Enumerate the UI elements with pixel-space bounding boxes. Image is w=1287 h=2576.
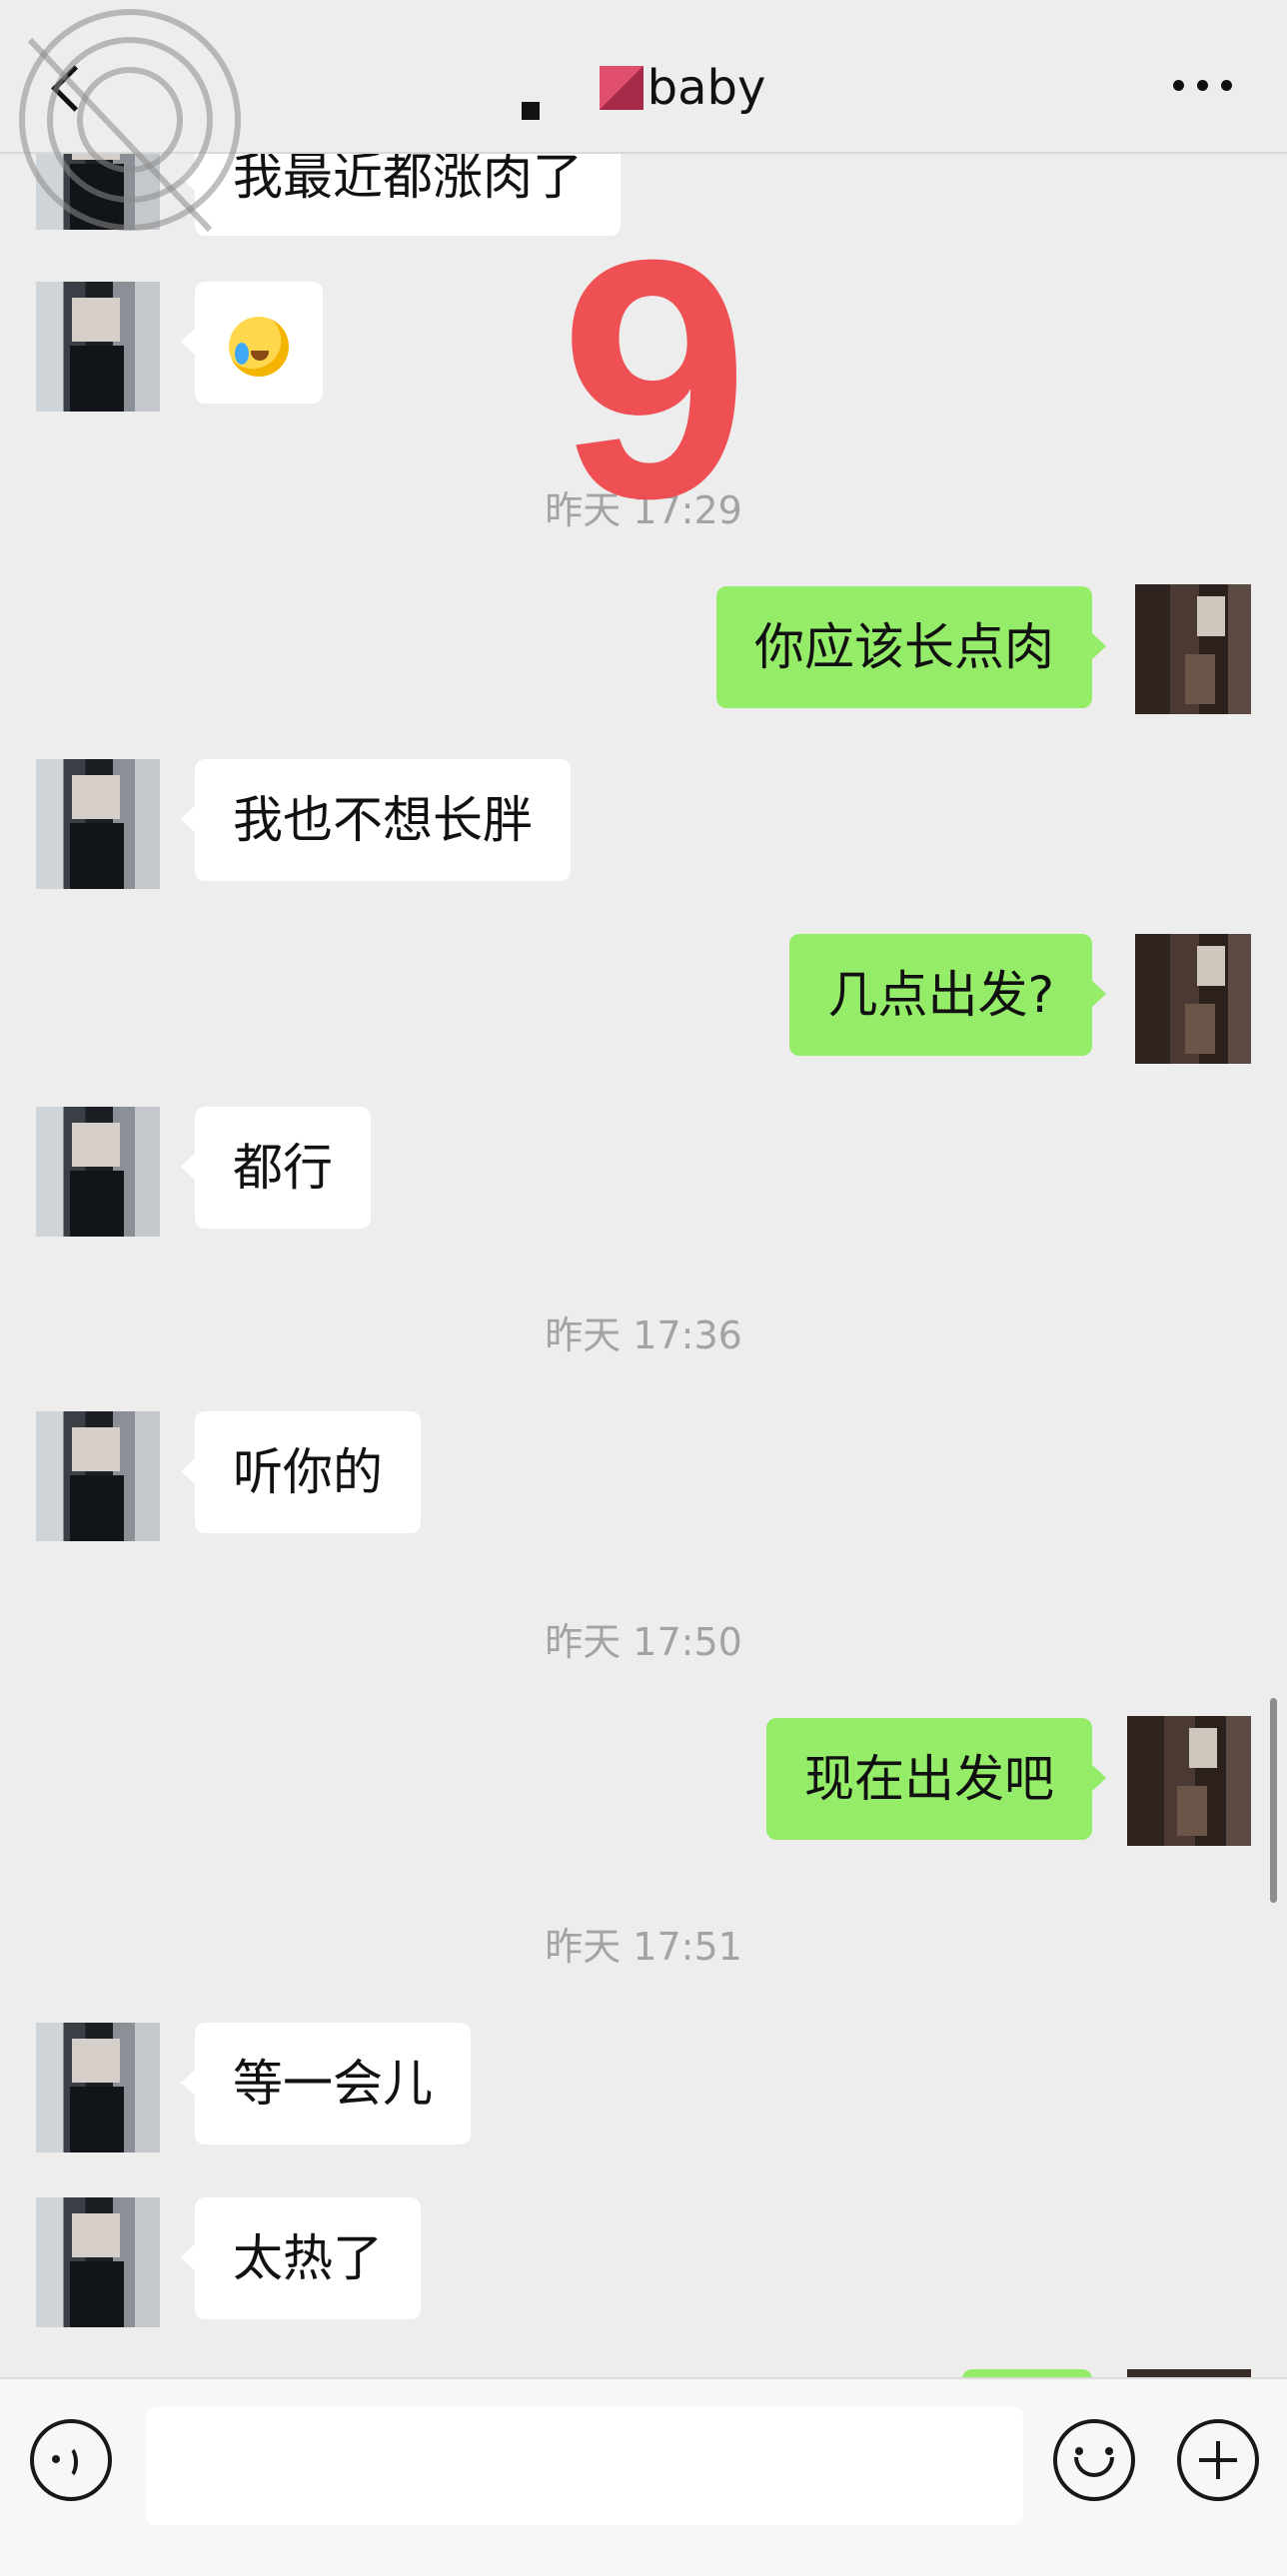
more-dots-icon <box>1197 80 1208 91</box>
message-row-incoming: 我也不想长胖 <box>0 759 1287 899</box>
timestamp: 昨天 17:50 <box>545 1620 742 1664</box>
message-bubble[interactable]: 都行 <box>181 1107 371 1229</box>
overlay-number: 9 <box>560 190 749 569</box>
voice-icon[interactable] <box>30 2419 112 2501</box>
message-bubble[interactable]: 我也不想长胖 <box>181 759 571 881</box>
message-bubble[interactable]: 现在出发吧 <box>766 1718 1106 1840</box>
contact-avatar[interactable] <box>36 1411 160 1541</box>
censor-mark <box>521 102 540 120</box>
contact-avatar[interactable] <box>36 759 160 889</box>
message-row-outgoing: 几点出发? <box>0 934 1287 1064</box>
message-row-incoming: 等一会儿 <box>0 2023 1287 2162</box>
more-dots-icon <box>1221 80 1232 91</box>
self-avatar[interactable] <box>1127 2369 1251 2377</box>
plus-icon[interactable] <box>1177 2419 1259 2501</box>
timestamp: 昨天 17:51 <box>545 1925 742 1969</box>
message-row-incoming: 太热了 <box>0 2197 1287 2337</box>
contact-avatar[interactable] <box>36 282 160 412</box>
chat-title-text: baby <box>646 60 766 116</box>
message-row-outgoing: 现在出发吧 <box>0 1716 1287 1856</box>
message-bubble[interactable]: 你应该长点肉 <box>716 586 1106 708</box>
message-row-incoming: 听你的 <box>0 1411 1287 1551</box>
more-dots-icon <box>1173 80 1184 91</box>
watermark-logo <box>19 9 241 233</box>
message-bubble[interactable] <box>181 282 323 404</box>
message-bubble-partial[interactable] <box>962 2369 1092 2377</box>
contact-avatar[interactable] <box>36 2023 160 2152</box>
self-avatar[interactable] <box>1135 934 1251 1064</box>
message-bubble[interactable]: 太热了 <box>181 2197 421 2319</box>
message-bubble[interactable]: 等一会儿 <box>181 2023 471 2145</box>
message-bubble[interactable]: 几点出发? <box>789 934 1106 1056</box>
message-bubble[interactable]: 听你的 <box>181 1411 421 1533</box>
message-row-outgoing: 你应该长点肉 <box>0 584 1287 714</box>
more-options-button[interactable] <box>1173 80 1233 96</box>
emoji-icon[interactable] <box>1053 2419 1135 2501</box>
contact-avatar[interactable] <box>36 2197 160 2327</box>
message-row-incoming: 都行 <box>0 1107 1287 1247</box>
self-avatar[interactable] <box>1127 1716 1251 1846</box>
self-avatar[interactable] <box>1135 584 1251 714</box>
scrollbar[interactable] <box>1270 1698 1277 1903</box>
censor-mosaic <box>599 66 644 110</box>
message-input[interactable] <box>146 2407 1023 2525</box>
timestamp: 昨天 17:36 <box>545 1313 742 1357</box>
message-row-outgoing-partial <box>0 2369 1287 2377</box>
crying-laughing-emoji <box>229 316 289 377</box>
message-input-bar <box>0 2377 1287 2576</box>
contact-avatar[interactable] <box>36 1107 160 1237</box>
